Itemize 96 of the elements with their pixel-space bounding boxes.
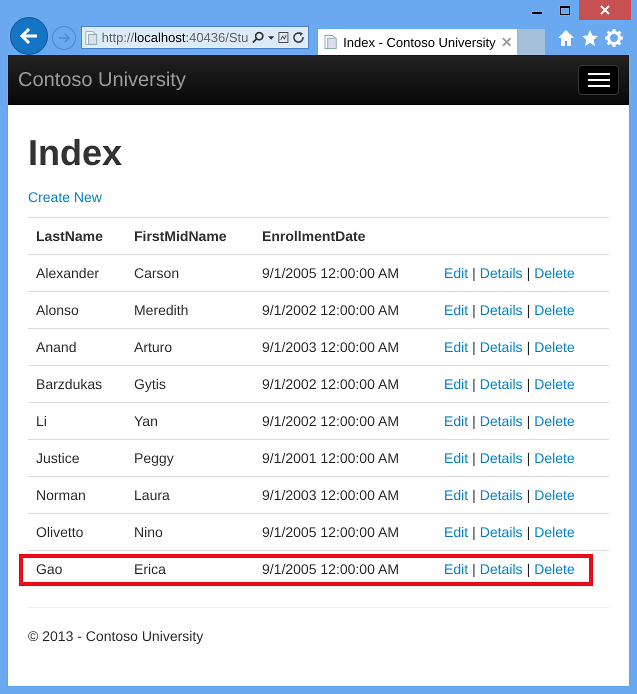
action-link[interactable]: Delete: [534, 413, 575, 429]
action-link[interactable]: Details: [480, 524, 523, 540]
separator-text: |: [526, 265, 530, 281]
page-icon: [324, 34, 338, 50]
table-cell: Nino: [126, 514, 254, 550]
table-cell: 9/1/2003 12:00:00 AM: [254, 328, 436, 366]
separator-text: |: [472, 339, 476, 355]
column-header: FirstMidName: [126, 218, 254, 254]
table-cell: Laura: [126, 476, 254, 514]
table-cell: Peggy: [126, 440, 254, 476]
create-new-link[interactable]: Create New: [28, 187, 102, 207]
action-link[interactable]: Details: [480, 487, 523, 503]
action-link[interactable]: Delete: [534, 561, 575, 577]
separator-text: |: [526, 413, 530, 429]
action-link[interactable]: Delete: [534, 487, 575, 503]
back-arrow-icon: [19, 26, 39, 44]
star-icon[interactable]: [581, 28, 599, 46]
action-link[interactable]: Edit: [444, 339, 468, 355]
table-cell: 9/1/2005 12:00:00 AM: [254, 254, 436, 292]
forward-arrow-icon: [58, 32, 70, 42]
action-link[interactable]: Details: [480, 413, 523, 429]
action-link[interactable]: Details: [480, 265, 523, 281]
table-cell: 9/1/2001 12:00:00 AM: [254, 440, 436, 476]
table-cell: Erica: [126, 550, 254, 587]
column-header: LastName: [28, 218, 126, 254]
separator-text: |: [472, 413, 476, 429]
table-cell: Alexander: [28, 254, 126, 292]
action-link[interactable]: Details: [480, 302, 523, 318]
table-cell: 9/1/2005 12:00:00 AM: [254, 550, 436, 587]
table-cell: Meredith: [126, 292, 254, 328]
action-link[interactable]: Delete: [534, 265, 575, 281]
table-cell: Yan: [126, 402, 254, 440]
action-link[interactable]: Edit: [444, 450, 468, 466]
action-link[interactable]: Details: [480, 376, 523, 392]
separator-text: |: [472, 524, 476, 540]
table-cell: Alonso: [28, 292, 126, 328]
column-header: EnrollmentDate: [254, 218, 436, 254]
action-link[interactable]: Edit: [444, 302, 468, 318]
browser-tab[interactable]: Index - Contoso University: [318, 29, 517, 55]
table-cell: Barzdukas: [28, 366, 126, 402]
refresh-icon[interactable]: [293, 31, 305, 44]
separator-text: |: [526, 561, 530, 577]
table-cell: Olivetto: [28, 514, 126, 550]
action-link[interactable]: Edit: [444, 487, 468, 503]
action-link[interactable]: Delete: [534, 524, 575, 540]
action-link[interactable]: Delete: [534, 339, 575, 355]
action-link[interactable]: Details: [480, 339, 523, 355]
separator-text: |: [472, 302, 476, 318]
action-link[interactable]: Edit: [444, 524, 468, 540]
action-link[interactable]: Details: [480, 450, 523, 466]
table-cell: 9/1/2002 12:00:00 AM: [254, 366, 436, 402]
tab-title: Index - Contoso University: [343, 34, 496, 50]
search-icon[interactable]: [252, 31, 264, 44]
separator-text: |: [472, 450, 476, 466]
separator-text: |: [526, 450, 530, 466]
table-cell: Justice: [28, 440, 126, 476]
separator-text: |: [526, 339, 530, 355]
caret-icon[interactable]: [268, 36, 274, 40]
separator-text: |: [472, 561, 476, 577]
back-button[interactable]: [10, 16, 48, 54]
compatibility-icon[interactable]: [278, 31, 290, 44]
action-link[interactable]: Edit: [444, 376, 468, 392]
separator-text: |: [472, 265, 476, 281]
menu-button[interactable]: [578, 65, 619, 95]
maximize-icon[interactable]: [560, 6, 570, 14]
table-cell: Carson: [126, 254, 254, 292]
table-cell: 9/1/2003 12:00:00 AM: [254, 476, 436, 514]
brand-link[interactable]: Contoso University: [18, 68, 186, 92]
separator-text: |: [526, 376, 530, 392]
table-cell: Anand: [28, 328, 126, 366]
menu-icon: [588, 72, 610, 88]
table-cell: 9/1/2002 12:00:00 AM: [254, 402, 436, 440]
address-bar[interactable]: http://localhost:40436/Stu: [81, 26, 309, 49]
table-cell: Li: [28, 402, 126, 440]
action-link[interactable]: Delete: [534, 376, 575, 392]
action-link[interactable]: Delete: [534, 450, 575, 466]
separator-text: |: [472, 487, 476, 503]
action-link[interactable]: Edit: [444, 413, 468, 429]
table-cell: 9/1/2002 12:00:00 AM: [254, 292, 436, 328]
separator-text: |: [472, 376, 476, 392]
page-icon: [85, 30, 98, 46]
action-link[interactable]: Delete: [534, 302, 575, 318]
table-cell: 9/1/2005 12:00:00 AM: [254, 514, 436, 550]
footer-text: © 2013 - Contoso University: [28, 628, 204, 644]
page-heading: Index: [28, 133, 124, 173]
separator-text: |: [526, 487, 530, 503]
action-link[interactable]: Details: [480, 561, 523, 577]
table-cell: Gytis: [126, 366, 254, 402]
separator-text: |: [526, 524, 530, 540]
table-cell: Norman: [28, 476, 126, 514]
separator-text: |: [526, 302, 530, 318]
action-link[interactable]: Edit: [444, 265, 468, 281]
close-icon[interactable]: [502, 37, 511, 47]
table-cell: Arturo: [126, 328, 254, 366]
table-cell: Gao: [28, 550, 126, 587]
action-link[interactable]: Edit: [444, 561, 468, 577]
